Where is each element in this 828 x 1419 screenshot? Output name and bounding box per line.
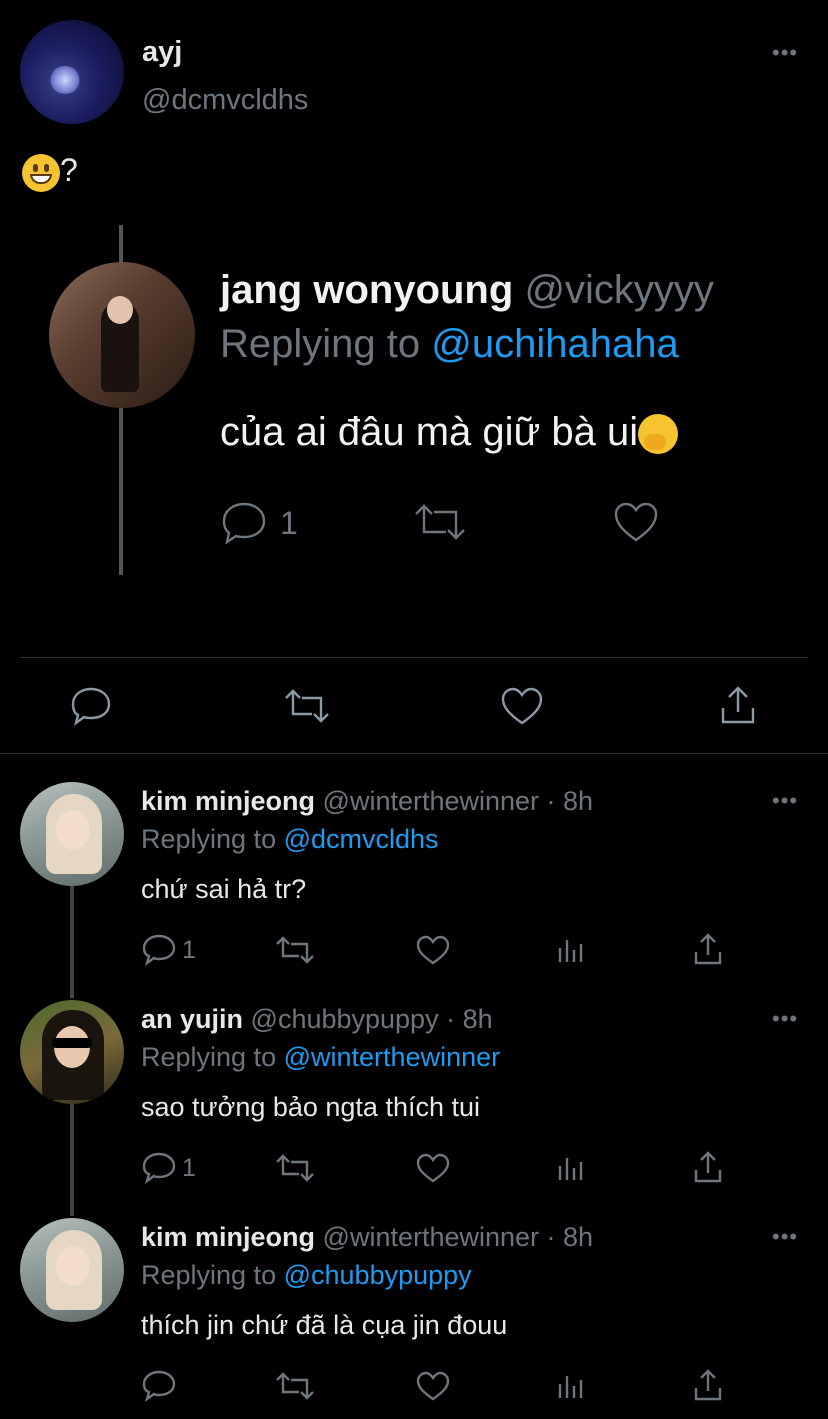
reply-thread-line [70,1104,74,1216]
reply-author-name[interactable]: kim minjeong [141,786,315,816]
replying-prefix: Replying to [141,1260,277,1290]
avatar-jang-wonyoung [49,262,195,408]
quoted-text: của ai đâu mà giữ bà ui [220,410,679,455]
analytics-icon[interactable] [556,934,586,966]
like-icon[interactable] [416,934,450,966]
retweet-icon[interactable] [275,1152,315,1184]
replying-to-link[interactable]: @dcmvcldhs [284,824,439,854]
reply-header: kim minjeong @winterthewinner · 8h [141,786,593,817]
retweet-icon[interactable] [283,686,331,726]
avatar-an-yujin[interactable] [20,1000,124,1104]
replying-prefix: Replying to [141,824,277,854]
reply-icon[interactable] [70,686,112,726]
avatar-kim-minjeong[interactable] [20,1218,124,1322]
replying-to-link[interactable]: @chubbypuppy [284,1260,472,1290]
hand-over-mouth-emoji-icon [638,414,679,455]
divider-replies [0,753,828,754]
divider-top [20,657,808,658]
reply-thread-line [70,886,74,998]
retweet-icon[interactable] [275,934,315,966]
more-options-icon[interactable]: ••• [772,1008,798,1030]
reply-text: thích jin chứ đã là cụa jin đouu [141,1310,508,1340]
share-icon[interactable] [692,1368,724,1402]
reply-author-name[interactable]: kim minjeong [141,1222,315,1252]
quoted-reply-count: 1 [280,505,298,541]
replying-prefix: Replying to [141,1042,277,1072]
retweet-icon[interactable] [275,1370,315,1402]
share-icon[interactable] [692,932,724,966]
reply-icon[interactable] [142,934,176,966]
replying-to-link: @uchihahaha [431,322,679,366]
like-icon[interactable] [500,686,544,726]
share-icon[interactable] [718,684,758,726]
share-icon[interactable] [692,1150,724,1184]
more-options-icon[interactable]: ••• [772,42,798,64]
quoted-author: jang wonyoung @vickyyyy [220,268,714,313]
author-handle[interactable]: @dcmvcldhs [142,84,308,117]
avatar-kim-minjeong[interactable] [20,782,124,886]
reply-header: an yujin @chubbypuppy · 8h [141,1004,493,1035]
reply-meta: @winterthewinner · 8h [322,786,594,816]
replying-to-link[interactable]: @winterthewinner [284,1042,501,1072]
more-options-icon[interactable]: ••• [772,790,798,812]
reply-meta: @chubbypuppy · 8h [250,1004,493,1034]
reply-replying: Replying to @dcmvcldhs [141,824,439,855]
reply-meta: @winterthewinner · 8h [322,1222,594,1252]
more-options-icon[interactable]: ••• [772,1226,798,1248]
quoted-reply-icon [222,502,266,544]
quoted-name: jang wonyoung [220,268,514,312]
reply-author-name[interactable]: an yujin [141,1004,243,1034]
tweet-text-body: ? [60,152,78,188]
reply-count: 1 [182,936,196,964]
grinning-face-icon [22,153,60,192]
reply-text: sao tưởng bảo ngta thích tui [141,1092,481,1122]
author-name[interactable]: ayj [142,36,182,69]
reply-count: 1 [182,1154,196,1182]
reply-replying: Replying to @chubbypuppy [141,1260,472,1291]
quoted-handle: @vickyyyy [524,268,714,312]
avatar-ayj[interactable] [20,20,124,124]
quoted-text-body: của ai đâu mà giữ bà ui [220,410,639,454]
replying-prefix: Replying to [220,322,421,366]
reply-replying: Replying to @winterthewinner [141,1042,500,1073]
reply-icon[interactable] [142,1370,176,1402]
like-icon[interactable] [416,1370,450,1402]
quoted-retweet-icon [415,504,465,540]
quoted-like-icon [614,502,658,542]
like-icon[interactable] [416,1152,450,1184]
tweet-text: ? [22,152,78,192]
reply-header: kim minjeong @winterthewinner · 8h [141,1222,593,1253]
reply-icon[interactable] [142,1152,176,1184]
analytics-icon[interactable] [556,1152,586,1184]
quoted-replying: Replying to @uchihahaha [220,322,679,367]
reply-text: chứ sai hả tr? [141,874,307,904]
analytics-icon[interactable] [556,1370,586,1402]
